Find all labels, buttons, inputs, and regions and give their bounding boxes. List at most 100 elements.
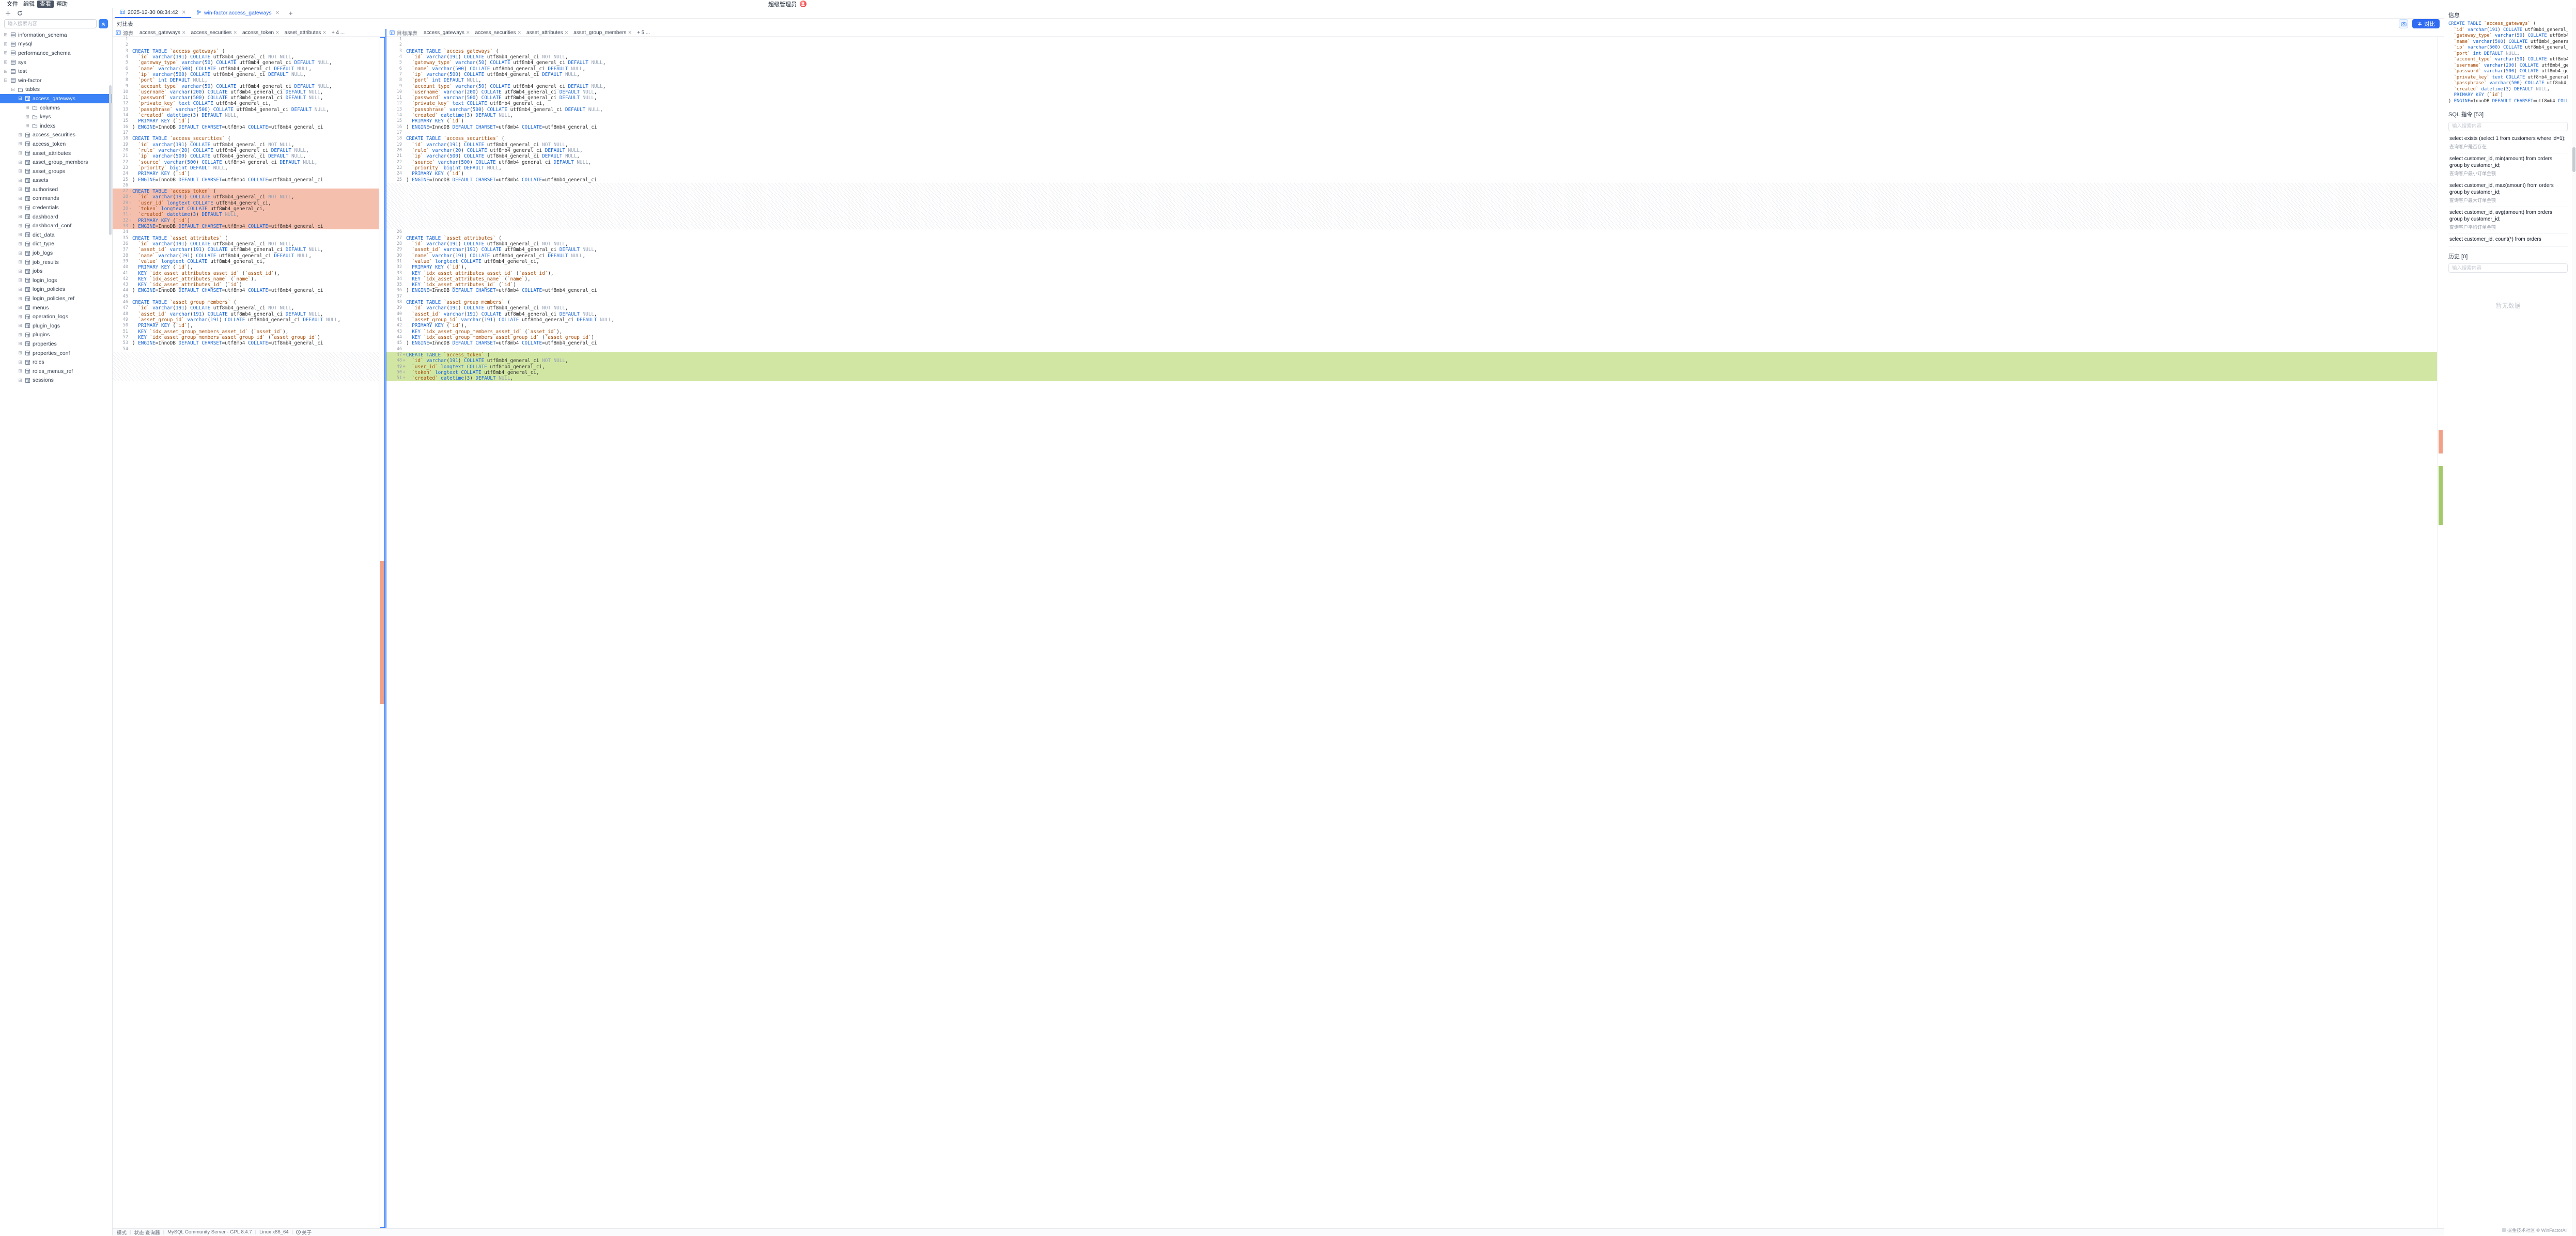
tree-item-plugin_logs[interactable]: ⊞plugin_logs: [0, 321, 112, 331]
tree-item-roles[interactable]: ⊞roles: [0, 357, 112, 367]
tree-item-menus[interactable]: ⊞menus: [0, 303, 112, 312]
close-tab-icon[interactable]: ✕: [275, 10, 280, 16]
document-tab-1[interactable]: 2025-12-30 08:34:42✕: [115, 8, 191, 18]
expander-icon[interactable]: ⊞: [18, 178, 23, 183]
tree-item-access_token[interactable]: ⊞access_token: [0, 139, 112, 149]
source-overview-ruler[interactable]: [379, 37, 385, 1228]
expander-icon[interactable]: ⊞: [18, 186, 23, 192]
sql-commands-search-input[interactable]: [2448, 122, 2568, 131]
refresh-icon[interactable]: [17, 10, 23, 16]
editor-tab-access_gateways[interactable]: access_gateways✕: [139, 30, 185, 36]
tree-item-properties[interactable]: ⊞properties: [0, 339, 112, 349]
tree-item-test[interactable]: ⊞test: [0, 67, 112, 76]
menu-item-文件[interactable]: 文件: [4, 1, 21, 8]
editor-tab-access_securities[interactable]: access_securities✕: [191, 30, 237, 36]
expander-icon[interactable]: ⊞: [18, 259, 23, 265]
expander-icon[interactable]: ⊞: [18, 359, 23, 365]
tree-item-dict_type[interactable]: ⊞dict_type: [0, 240, 112, 249]
expander-icon[interactable]: ⊟: [3, 77, 8, 83]
tree-item-properties_conf[interactable]: ⊞properties_conf: [0, 349, 112, 358]
sql-command-item[interactable]: select customer_id, count(*) from orders: [2448, 234, 2568, 247]
target-overview-ruler[interactable]: [2437, 37, 2444, 1228]
tree-item-login_policies[interactable]: ⊞login_policies: [0, 285, 112, 294]
expander-icon[interactable]: ⊞: [18, 350, 23, 356]
expander-icon[interactable]: ⊟: [10, 87, 15, 92]
close-tab-icon[interactable]: ✕: [182, 30, 186, 36]
expander-icon[interactable]: ⊞: [18, 314, 23, 320]
expander-icon[interactable]: ⊞: [3, 69, 8, 74]
tree-item-operation_logs[interactable]: ⊞operation_logs: [0, 312, 112, 321]
expander-icon[interactable]: ⊞: [18, 232, 23, 238]
tree-item-columns[interactable]: ⊞columns: [0, 103, 112, 113]
tree-item-dashboard_conf[interactable]: ⊞dashboard_conf: [0, 221, 112, 230]
expander-icon[interactable]: ⊞: [3, 59, 8, 65]
compare-button[interactable]: 对比: [2412, 19, 2440, 28]
page-scrollbar[interactable]: [2572, 8, 2576, 1235]
sql-command-item[interactable]: select customer_id, max(amount) from ord…: [2448, 180, 2568, 207]
tree-item-login_logs[interactable]: ⊞login_logs: [0, 276, 112, 285]
expander-icon[interactable]: ⊞: [25, 123, 30, 129]
tree-item-mysql[interactable]: ⊞mysql: [0, 40, 112, 49]
expander-icon[interactable]: ⊞: [18, 132, 23, 138]
expander-icon[interactable]: ⊞: [18, 368, 23, 374]
expander-icon[interactable]: ⊞: [18, 341, 23, 347]
tree-item-sessions[interactable]: ⊞sessions: [0, 376, 112, 385]
expander-icon[interactable]: ⊞: [3, 50, 8, 56]
expander-icon[interactable]: ⊞: [18, 269, 23, 274]
sql-command-item[interactable]: select customer_id, avg(amount) from ord…: [2448, 207, 2568, 234]
tree-item-performance_schema[interactable]: ⊞performance_schema: [0, 49, 112, 58]
tree-item-information_schema[interactable]: ⊞information_schema: [0, 30, 112, 40]
tree-item-login_policies_ref[interactable]: ⊞login_policies_ref: [0, 294, 112, 303]
tree-item-commands[interactable]: ⊞commands: [0, 194, 112, 204]
expander-icon[interactable]: ⊞: [18, 141, 23, 147]
more-tabs-button[interactable]: + 4 ...: [332, 30, 345, 36]
tree-item-asset_groups[interactable]: ⊞asset_groups: [0, 167, 112, 176]
expander-icon[interactable]: ⊞: [18, 168, 23, 174]
menu-item-帮助[interactable]: 帮助: [54, 1, 70, 8]
tree-item-plugins[interactable]: ⊞plugins: [0, 331, 112, 340]
collapse-all-button[interactable]: [99, 19, 108, 28]
editor-tab-access_securities[interactable]: access_securities✕: [475, 30, 521, 36]
editor-tab-asset_attributes[interactable]: asset_attributes✕: [285, 30, 327, 36]
tree-item-jobs[interactable]: ⊞jobs: [0, 267, 112, 276]
expander-icon[interactable]: ⊞: [3, 32, 8, 38]
tree-item-authorised[interactable]: ⊞authorised: [0, 185, 112, 194]
new-tab-button[interactable]: +: [285, 8, 297, 18]
sidebar-search-input[interactable]: [4, 19, 97, 28]
sql-command-item[interactable]: select customer_id, min(amount) from ord…: [2448, 153, 2568, 180]
tree-item-asset_attributes[interactable]: ⊞asset_attributes: [0, 149, 112, 158]
document-tab-2[interactable]: win-factor.access_gateways✕: [191, 8, 285, 18]
close-tab-icon[interactable]: ✕: [275, 30, 280, 36]
tree-item-win-factor[interactable]: ⊟win-factor: [0, 76, 112, 85]
expander-icon[interactable]: ⊞: [18, 241, 23, 247]
editor-tab-asset_attributes[interactable]: asset_attributes✕: [526, 30, 568, 36]
expander-icon[interactable]: ⊞: [18, 160, 23, 165]
expander-icon[interactable]: ⊞: [18, 214, 23, 220]
expander-icon[interactable]: ⊞: [18, 305, 23, 310]
editor-tab-asset_group_members[interactable]: asset_group_members✕: [573, 30, 632, 36]
tree-item-roles_menus_ref[interactable]: ⊞roles_menus_ref: [0, 367, 112, 376]
tree-item-dashboard[interactable]: ⊞dashboard: [0, 212, 112, 222]
expander-icon[interactable]: ⊞: [3, 41, 8, 47]
more-tabs-button[interactable]: + 5 ...: [637, 30, 650, 36]
expander-icon[interactable]: ⊞: [18, 150, 23, 156]
tree-item-assets[interactable]: ⊞assets: [0, 176, 112, 185]
tree-item-job_results[interactable]: ⊞job_results: [0, 258, 112, 267]
tree-item-keys[interactable]: ⊞keys: [0, 112, 112, 121]
source-code-area[interactable]: 123CREATE TABLE `access_gateways` (4 `id…: [113, 37, 379, 1228]
tree-item-credentials[interactable]: ⊞credentials: [0, 203, 112, 212]
expander-icon[interactable]: ⊞: [18, 223, 23, 229]
expander-icon[interactable]: ⊞: [18, 323, 23, 328]
close-tab-icon[interactable]: ✕: [565, 30, 569, 36]
tree-item-dict_data[interactable]: ⊞dict_data: [0, 230, 112, 240]
close-tab-icon[interactable]: ✕: [466, 30, 470, 36]
sql-command-item[interactable]: select exists (select 1 from customers w…: [2448, 133, 2568, 154]
tree-item-sys[interactable]: ⊞sys: [0, 58, 112, 67]
menu-item-查看[interactable]: 查看: [37, 1, 54, 8]
expander-icon[interactable]: ⊞: [18, 277, 23, 283]
history-search-input[interactable]: [2448, 263, 2568, 273]
tree-item-indexs[interactable]: ⊞indexs: [0, 121, 112, 131]
editor-tab-access_gateways[interactable]: access_gateways✕: [424, 30, 470, 36]
close-tab-icon[interactable]: ✕: [628, 30, 632, 36]
add-connection-icon[interactable]: [5, 10, 11, 16]
